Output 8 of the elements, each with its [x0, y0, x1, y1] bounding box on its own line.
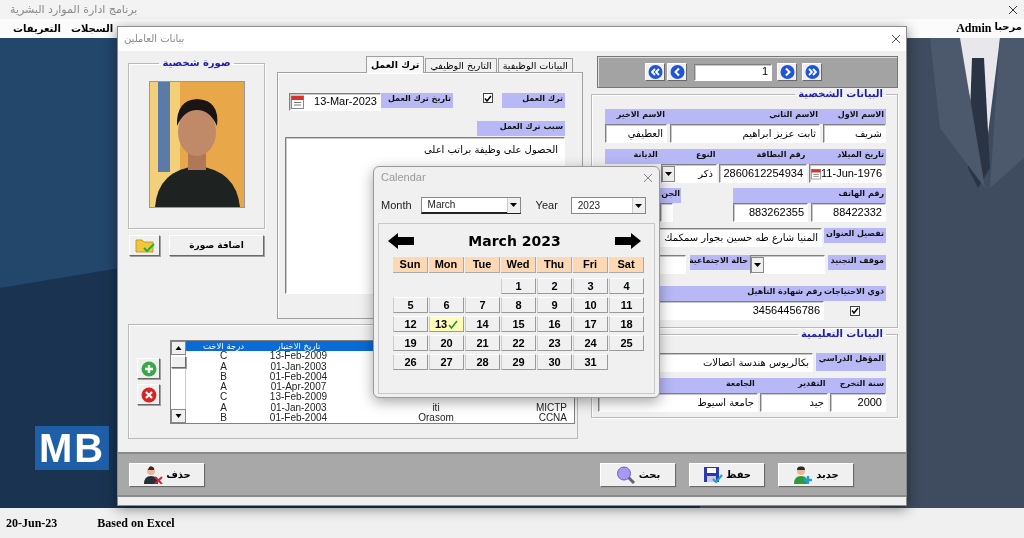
status-date: 20-Jun-23 [6, 515, 58, 531]
menu-item[interactable]: السجلات [68, 22, 116, 35]
status-text: Based on Excel [97, 515, 175, 531]
greeting-text: مرحبا [994, 21, 1022, 35]
close-icon[interactable] [1008, 4, 1018, 15]
menu-item[interactable]: التعريفات [11, 22, 63, 35]
user-name: Admin [956, 21, 992, 36]
app-title: برنامج ادارة الموارد البشرية [10, 2, 138, 17]
